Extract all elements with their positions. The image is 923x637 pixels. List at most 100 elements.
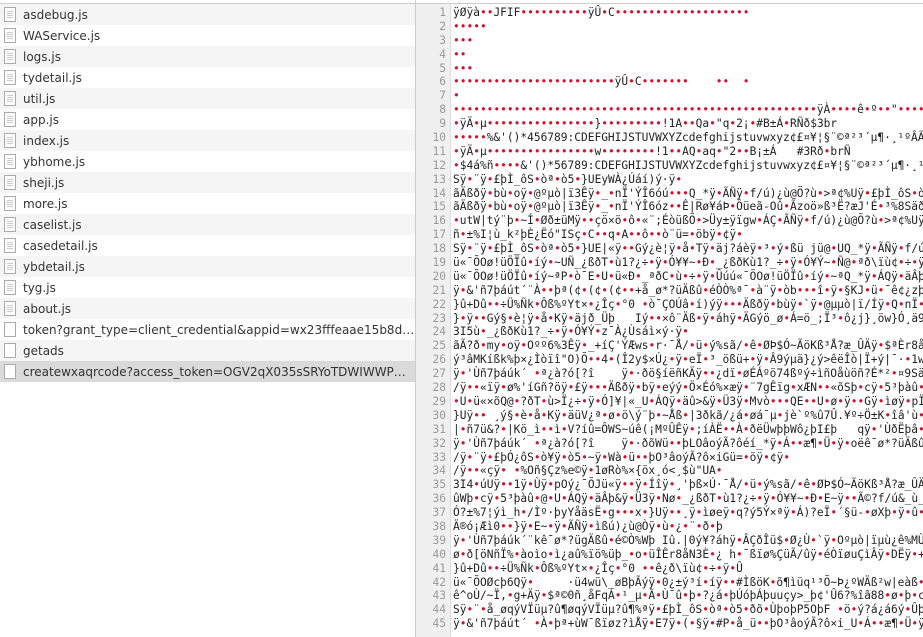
control-char-marker: •• — [473, 408, 487, 422]
control-char-marker: • — [911, 186, 919, 200]
line-number: 41 — [432, 561, 446, 575]
text-run: utW|tý¨þ — [459, 214, 514, 228]
code-line: 28/ÿ••«ïÿ•ø%'íGñ?öÿ•£ÿ•••Äßðÿ•bÿ•eýý•Ö×É… — [416, 381, 923, 395]
request-row[interactable]: more.js — [0, 193, 415, 214]
line-text: }û+Dû••÷Ü%Ñk•Ôß%ºYt×•¿Îç•°0 ••ê¿ð\ïù¢•÷•… — [450, 562, 743, 576]
request-row[interactable]: sheji.js — [0, 172, 415, 193]
text-run: Ù¯û — [661, 589, 683, 603]
line-text: ü«¯ÕOØcþ6Qÿ• ·ü4wü\_øBþÃýÿ•0¿±ý³í•íÿ••#Ì… — [450, 576, 923, 590]
text-run: >ª¢%Uÿ — [884, 214, 923, 228]
request-name: WAService.js — [23, 28, 101, 43]
text-run: Kÿ — [554, 311, 568, 325]
line-number: 6 — [439, 75, 446, 89]
control-char-marker: • — [709, 256, 716, 270]
text-run: U — [601, 269, 608, 283]
script-file-icon — [4, 259, 16, 274]
control-char-marker: •• — [635, 450, 649, 464]
control-char-marker: • — [864, 506, 871, 520]
text-run: 2¡ — [736, 117, 750, 131]
response-code-view[interactable]: 1 ÿØÿà••JFIF••••••••••ÿÛ•C•••••••••••••••… — [416, 6, 923, 631]
text-run: ü — [870, 283, 878, 297]
text-run: g — [607, 506, 615, 520]
control-char-marker: • — [527, 256, 534, 270]
text-run: ÷Ü%Ñk — [500, 561, 534, 575]
request-row[interactable]: index.js — [0, 130, 415, 151]
request-row[interactable]: tyg.js — [0, 277, 415, 298]
code-line: 10 •••••%&'()*456789:CDEFGHIJSTUVWXYZcdef… — [416, 131, 923, 145]
control-char-marker: •• — [736, 144, 750, 158]
text-run: Ä®ó¡Æì0 — [453, 519, 501, 533]
control-char-marker: •••••••••••••••• — [486, 117, 595, 131]
text-run: äû>&ÿ — [682, 394, 716, 408]
text-run: "q — [715, 117, 730, 131]
control-char-marker: ••••••••• — [601, 117, 662, 131]
request-row[interactable]: WAService.js — [0, 25, 415, 46]
code-line: 4 •• — [416, 48, 923, 62]
blank-file-icon — [4, 322, 16, 337]
control-char-marker: • — [601, 506, 608, 520]
text-run: £ÿ — [574, 381, 588, 395]
text-run: ¨ÿ — [473, 450, 487, 464]
control-char-marker: • — [769, 297, 777, 311]
request-row[interactable]: tydetail.js — [0, 67, 415, 88]
code-line: 6 ••••••••••••••••••••••••ÿÛ•C••••••• •• … — [416, 75, 923, 89]
control-char-marker: •• — [682, 117, 696, 131]
text-run: Kÿ — [547, 408, 561, 422]
request-row[interactable]: asdebug.js — [0, 4, 415, 25]
control-char-marker: • — [479, 603, 487, 617]
request-row[interactable]: app.js — [0, 109, 415, 130]
text-run: r·¯Å/ — [655, 339, 689, 353]
request-row[interactable]: ybdetail.js — [0, 256, 415, 277]
text-run: äüV¿ª — [567, 408, 602, 422]
control-char-marker: • — [608, 200, 615, 214]
text-run: æ¶ — [884, 617, 898, 631]
control-char-marker: • — [614, 228, 622, 242]
control-char-marker: • — [870, 422, 878, 436]
text-run: ì¿aû%ïö%üþ_ — [554, 547, 629, 561]
text-run: cÿ — [479, 492, 494, 506]
control-char-marker: • — [688, 242, 696, 256]
control-char-marker: • — [506, 311, 514, 325]
request-row[interactable]: createwxaqrcode?access_token=OGV2qX035sS… — [0, 361, 415, 382]
request-row[interactable]: logs.js — [0, 46, 415, 67]
blank-file-icon — [4, 364, 16, 379]
code-line: 11 •ÿÄ•µ••••••••••••••••w••••••••!1••AQ•a… — [416, 145, 923, 159]
request-row[interactable]: util.js — [0, 88, 415, 109]
request-row[interactable]: getads — [0, 340, 415, 361]
request-row[interactable]: about.js — [0, 298, 415, 319]
control-char-marker: • — [682, 325, 689, 339]
text-run: ( — [682, 617, 689, 631]
text-run: RÑð$3br — [790, 117, 838, 131]
control-char-marker: •• — [844, 492, 858, 506]
request-row[interactable]: caselist.js — [0, 214, 415, 235]
text-run: _¿ßðKù1?_÷ — [486, 325, 555, 339]
line-number: 14 — [432, 186, 446, 200]
request-row[interactable]: ybhome.js — [0, 151, 415, 172]
text-run: Ôüeã-Oû — [736, 200, 784, 214]
code-line: 32 ÿ•'Ùñ7þáúk´ •ª¿à?ó[?î ÿ•·ðõWü••þLOâoýÃ… — [416, 437, 923, 451]
control-char-marker: • — [742, 450, 750, 464]
request-row[interactable]: token?grant_type=client_credential&appid… — [0, 319, 415, 340]
control-char-marker: • — [655, 519, 662, 533]
control-char-marker: • — [816, 186, 824, 200]
text-run: ³_ößü+ — [709, 353, 750, 367]
text-run: Á)?eÏ — [796, 506, 831, 520]
text-run: ÙþoþP5OþF — [769, 603, 838, 617]
control-char-marker: •• — [486, 561, 501, 575]
script-file-icon — [4, 91, 16, 106]
code-line: 24 3I5ù•_¿ßðKù1?_÷•ÿ•Ó¥Ý•z¯À¿Ùsáì×ý·ÿ• — [416, 325, 923, 339]
text-run: 'ÙðËþâ — [877, 422, 918, 436]
text-run: ¯ßïø%ÇüÃ/ûÿ — [742, 547, 817, 561]
line-text: •ÿÄ•µ••••••••••••••••w••••••••!1••AQ•aq•… — [450, 145, 851, 159]
control-char-marker: • — [735, 533, 743, 547]
text-run: ê¿ð\ïù¢ — [655, 561, 703, 575]
request-row[interactable]: casedetail.js — [0, 235, 415, 256]
line-text: 3I5ù•_¿ßðKù1?_÷•ÿ•Ó¥Ý•z¯À¿Ùsáì×ý·ÿ• — [450, 325, 689, 339]
text-run: ¨ — [688, 519, 696, 533]
text-run: ý³âMKíßk%þ×¿Ìòïî"O)Õ — [453, 353, 588, 367]
text-run: ì — [554, 422, 561, 436]
control-char-marker: • — [473, 144, 480, 158]
control-char-marker: •• — [500, 478, 514, 492]
line-text: • — [450, 89, 460, 103]
text-run: E~ — [533, 519, 548, 533]
